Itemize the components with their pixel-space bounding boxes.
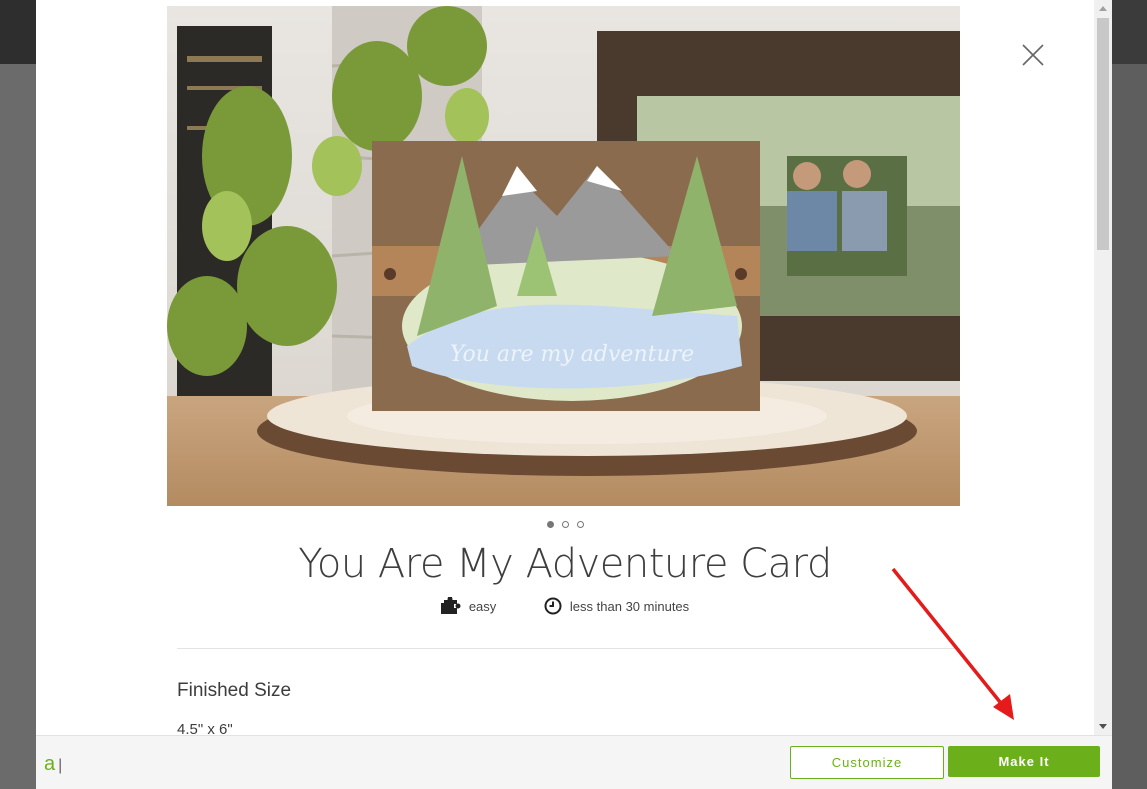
modal-content: You are my adventure You Are My Adventur…: [36, 0, 1094, 735]
project-image: You are my adventure: [167, 6, 960, 506]
project-title: You Are My Adventure Card: [298, 541, 832, 587]
card-lettering: You are my adventure: [450, 342, 694, 367]
background-app-sidebar: [0, 64, 36, 789]
brand-logo: a |: [44, 753, 62, 776]
project-detail-modal: You are my adventure You Are My Adventur…: [36, 0, 1112, 789]
puzzle-icon: [440, 597, 461, 614]
time-info: less than 30 minutes: [544, 597, 689, 615]
finished-size-value: 4.5" x 6": [177, 721, 233, 735]
difficulty-info: easy: [440, 597, 497, 615]
carousel-dot[interactable]: [576, 521, 584, 528]
modal-scrollbar[interactable]: [1094, 0, 1112, 735]
background-right-panel: [1112, 64, 1147, 789]
customize-button[interactable]: Customize: [790, 746, 944, 779]
section-divider: [177, 648, 960, 649]
modal-footer: a | Customize Make It: [36, 735, 1112, 789]
difficulty-label: easy: [468, 598, 497, 614]
clock-icon: [544, 597, 562, 615]
scroll-up-arrow-icon[interactable]: [1094, 0, 1112, 17]
scroll-down-arrow-icon[interactable]: [1094, 718, 1112, 735]
finished-size-heading: Finished Size: [177, 680, 292, 701]
carousel-dot[interactable]: [561, 521, 569, 528]
image-carousel-dots: [36, 521, 1094, 528]
time-label: less than 30 minutes: [569, 598, 690, 614]
project-meta: easy less than 30 minutes: [36, 597, 1094, 618]
make-it-button[interactable]: Make It: [948, 746, 1100, 777]
carousel-dot[interactable]: [546, 521, 554, 528]
logo-separator: |: [58, 757, 63, 774]
scrollbar-thumb[interactable]: [1097, 18, 1109, 250]
logo-letter: a: [44, 753, 56, 775]
close-icon[interactable]: [1018, 40, 1048, 70]
